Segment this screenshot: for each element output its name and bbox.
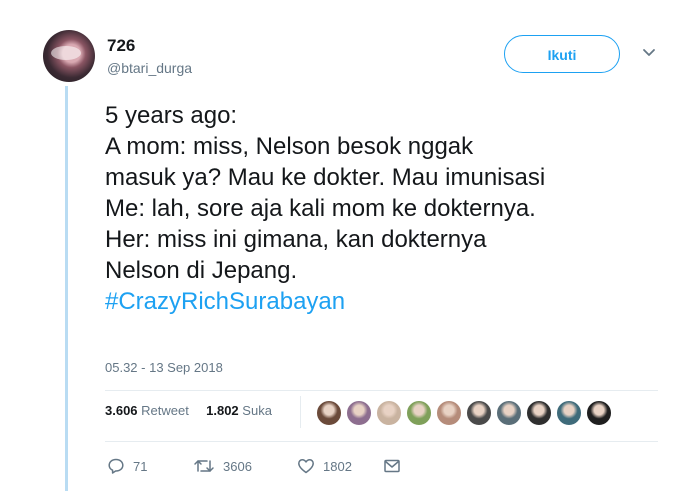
direct-message-button[interactable] xyxy=(383,457,401,475)
chevron-down-icon[interactable] xyxy=(641,44,657,60)
hashtag-link[interactable]: #CrazyRichSurabayan xyxy=(105,286,685,317)
retweet-button[interactable]: 3606 xyxy=(193,457,297,475)
liker-avatar-2[interactable] xyxy=(346,400,372,426)
like-count[interactable]: 1.802 xyxy=(206,403,239,418)
avatar[interactable] xyxy=(43,30,95,82)
liker-avatar-4[interactable] xyxy=(406,400,432,426)
retweet-label[interactable]: Retweet xyxy=(141,403,189,418)
tweet-line: Nelson di Jepang. xyxy=(105,257,298,284)
tweet-line: A mom: miss, Nelson besok nggak xyxy=(105,133,474,160)
liker-avatars xyxy=(316,400,616,428)
reply-button[interactable]: 71 xyxy=(107,457,173,475)
retweet-count[interactable]: 3.606 xyxy=(105,403,138,418)
retweet-icon xyxy=(193,457,215,475)
liker-avatar-8[interactable] xyxy=(526,400,552,426)
tweet-line: masuk ya? Mau ke dokter. Mau imunisasi xyxy=(105,164,546,191)
tweet-text: 5 years ago: A mom: miss, Nelson besok n… xyxy=(105,100,685,317)
tweet-actions: 71 3606 1802 xyxy=(107,457,401,475)
tweet-line: 5 years ago: xyxy=(105,102,238,129)
thread-line xyxy=(65,86,68,491)
envelope-icon xyxy=(383,457,401,475)
divider xyxy=(105,441,658,442)
like-label[interactable]: Suka xyxy=(242,403,272,418)
liker-avatar-9[interactable] xyxy=(556,400,582,426)
stats-separator xyxy=(300,396,301,428)
liker-avatar-5[interactable] xyxy=(436,400,462,426)
follow-button[interactable]: Ikuti xyxy=(504,35,620,73)
retweet-action-count: 3606 xyxy=(223,458,252,474)
reply-count: 71 xyxy=(133,458,148,474)
liker-avatar-6[interactable] xyxy=(466,400,492,426)
liker-avatar-3[interactable] xyxy=(376,400,402,426)
liker-avatar-7[interactable] xyxy=(496,400,522,426)
liker-avatar-1[interactable] xyxy=(316,400,342,426)
engagement-stats: 3.606 Retweet 1.802 Suka xyxy=(105,403,272,418)
like-action-count: 1802 xyxy=(323,458,352,474)
tweet-line: Her: miss ini gimana, kan dokternya xyxy=(105,226,487,253)
tweet-timestamp[interactable]: 05.32 - 13 Sep 2018 xyxy=(105,360,223,375)
tweet-line: Me: lah, sore aja kali mom ke dokternya. xyxy=(105,195,536,222)
divider xyxy=(105,390,658,391)
display-name[interactable]: 726 xyxy=(107,36,135,56)
liker-avatar-10[interactable] xyxy=(586,400,612,426)
heart-icon xyxy=(297,457,315,475)
like-button[interactable]: 1802 xyxy=(297,457,383,475)
reply-icon xyxy=(107,457,125,475)
user-handle[interactable]: @btari_durga xyxy=(107,60,192,76)
